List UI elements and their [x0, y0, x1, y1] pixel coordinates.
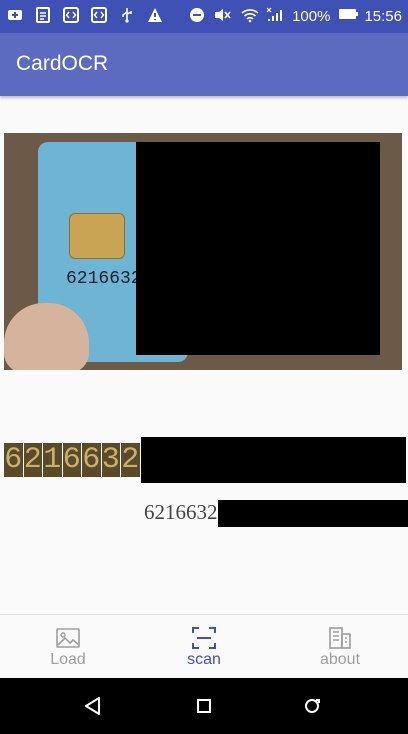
ocr-digit-strip: 6 2 1 6 6 3 2	[4, 437, 406, 483]
redaction-block	[141, 437, 406, 483]
bottom-navigation: Load scan about	[0, 614, 408, 679]
app-bar: CardOCR	[0, 33, 408, 96]
ocr-digit: 1	[43, 443, 62, 477]
building-icon	[327, 625, 353, 651]
ocr-digit: 6	[4, 443, 23, 477]
card-photo-preview: 6216632	[4, 133, 402, 370]
scan-icon	[191, 625, 217, 651]
image-icon	[55, 625, 81, 651]
ocr-digit: 3	[101, 443, 120, 477]
battery-icon	[338, 7, 359, 25]
finger	[4, 303, 89, 370]
code-icon	[90, 7, 108, 25]
status-system: 100% 15:56	[188, 7, 402, 25]
add-notification-icon	[6, 7, 24, 25]
nav-item-load[interactable]: Load	[0, 615, 136, 679]
redaction-block	[136, 142, 380, 355]
system-navigation-bar	[0, 678, 408, 734]
ocr-digit: 6	[62, 443, 81, 477]
nav-label-about: about	[319, 651, 361, 668]
status-bar: 100% 15:56	[0, 0, 408, 33]
app-title: CardOCR	[16, 52, 109, 75]
home-icon[interactable]	[194, 696, 218, 716]
card-chip	[69, 213, 125, 259]
wifi-icon	[240, 7, 259, 25]
ocr-digit: 2	[121, 443, 140, 477]
status-notifications	[6, 7, 164, 25]
clock: 15:56	[364, 7, 402, 25]
mute-icon	[214, 7, 232, 25]
battery-percent: 100%	[292, 7, 331, 25]
ocr-digit: 6	[82, 443, 101, 477]
recents-icon[interactable]	[302, 696, 326, 716]
ocr-digit: 2	[23, 443, 42, 477]
signal-icon	[266, 7, 284, 25]
nav-item-scan[interactable]: scan	[136, 615, 272, 679]
warning-icon	[146, 7, 164, 25]
ocr-result-text: 6216632	[144, 500, 218, 524]
code-icon	[62, 7, 80, 25]
back-icon[interactable]	[83, 696, 107, 716]
document-icon	[34, 7, 52, 25]
nav-label-scan: scan	[187, 651, 221, 668]
nav-item-about[interactable]: about	[272, 615, 408, 679]
usb-icon	[118, 7, 136, 25]
nav-label-load: Load	[50, 651, 86, 668]
ocr-digits: 6 2 1 6 6 3 2	[4, 443, 141, 477]
redaction-block	[218, 500, 408, 527]
card-number-partial: 6216632	[66, 269, 142, 289]
do-not-disturb-icon	[188, 7, 206, 25]
